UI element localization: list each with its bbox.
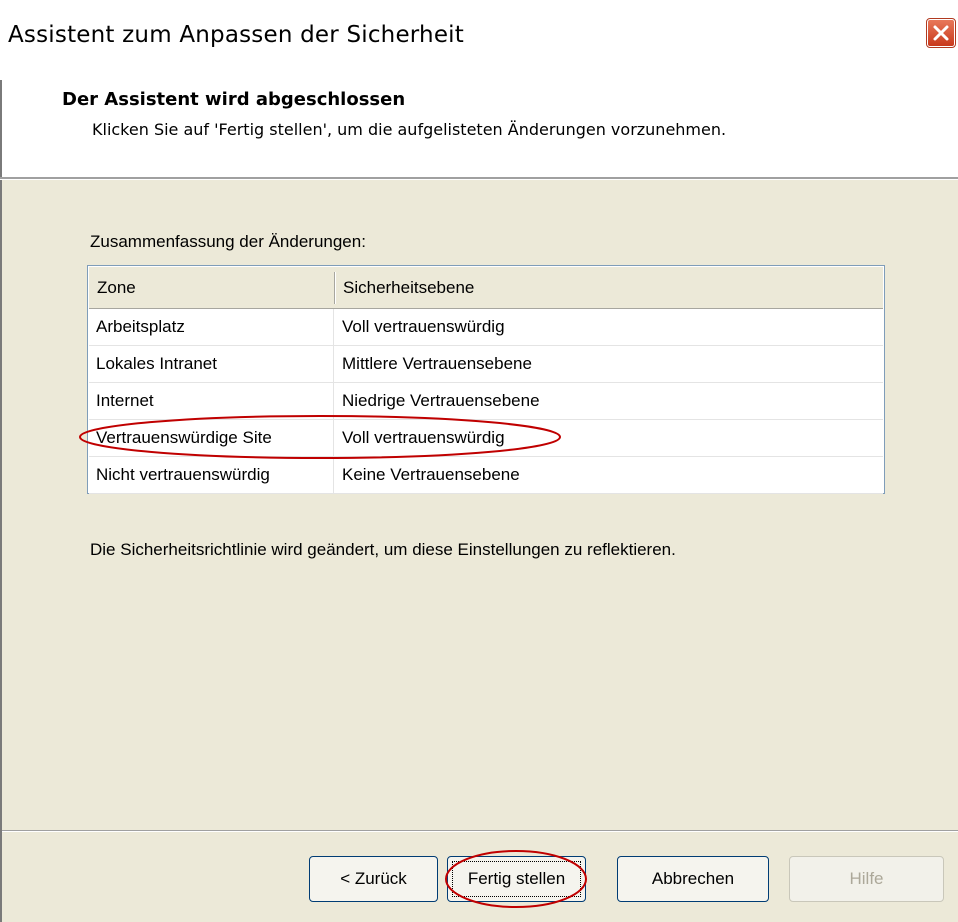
zone-cell: Lokales Intranet [96, 354, 217, 373]
policy-info-text: Die Sicherheitsrichtlinie wird geändert,… [90, 540, 676, 559]
back-button[interactable]: < Zurück [309, 856, 438, 902]
level-cell: Voll vertrauenswürdig [342, 428, 505, 447]
title-bar: Assistent zum Anpassen der Sicherheit [0, 0, 958, 80]
zone-cell: Internet [96, 391, 154, 410]
finish-button[interactable]: Fertig stellen [447, 856, 586, 902]
window-title: Assistent zum Anpassen der Sicherheit [8, 22, 464, 48]
level-cell: Keine Vertrauensebene [342, 465, 520, 484]
level-cell: Voll vertrauenswürdig [342, 317, 505, 336]
wizard-header: Der Assistent wird abgeschlossen Klicken… [2, 80, 958, 177]
column-divider[interactable] [334, 272, 336, 304]
help-button: Hilfe [789, 856, 944, 902]
table-row[interactable]: Nicht vertrauenswürdig Keine Vertrauense… [89, 457, 883, 494]
level-cell: Mittlere Vertrauensebene [342, 354, 532, 373]
back-button-label: < Zurück [340, 869, 407, 888]
table-header: Zone Sicherheitsebene [89, 267, 883, 309]
table-row[interactable]: Internet Niedrige Vertrauensebene [89, 383, 883, 420]
column-header-zone[interactable]: Zone [97, 267, 136, 308]
zone-cell: Arbeitsplatz [96, 317, 185, 336]
table-row[interactable]: Vertrauenswürdige Site Voll vertrauenswü… [89, 420, 883, 457]
changes-table[interactable]: Zone Sicherheitsebene Arbeitsplatz Voll … [87, 265, 885, 494]
level-cell: Niedrige Vertrauensebene [342, 391, 540, 410]
close-icon [933, 25, 949, 41]
header-description: Klicken Sie auf 'Fertig stellen', um die… [92, 120, 727, 139]
zone-cell: Nicht vertrauenswürdig [96, 465, 270, 484]
cancel-button-label: Abbrechen [651, 869, 735, 888]
header-title: Der Assistent wird abgeschlossen [62, 89, 406, 110]
close-button[interactable] [926, 18, 956, 48]
table-row[interactable]: Arbeitsplatz Voll vertrauenswürdig [89, 309, 883, 346]
help-button-label: Hilfe [849, 869, 884, 888]
zone-cell: Vertrauenswürdige Site [96, 428, 272, 447]
focus-ring [452, 861, 581, 897]
cancel-button[interactable]: Abbrechen [617, 856, 769, 902]
summary-label: Zusammenfassung der Änderungen: [90, 232, 366, 251]
table-row[interactable]: Lokales Intranet Mittlere Vertrauenseben… [89, 346, 883, 383]
column-header-security-level[interactable]: Sicherheitsebene [343, 267, 474, 308]
